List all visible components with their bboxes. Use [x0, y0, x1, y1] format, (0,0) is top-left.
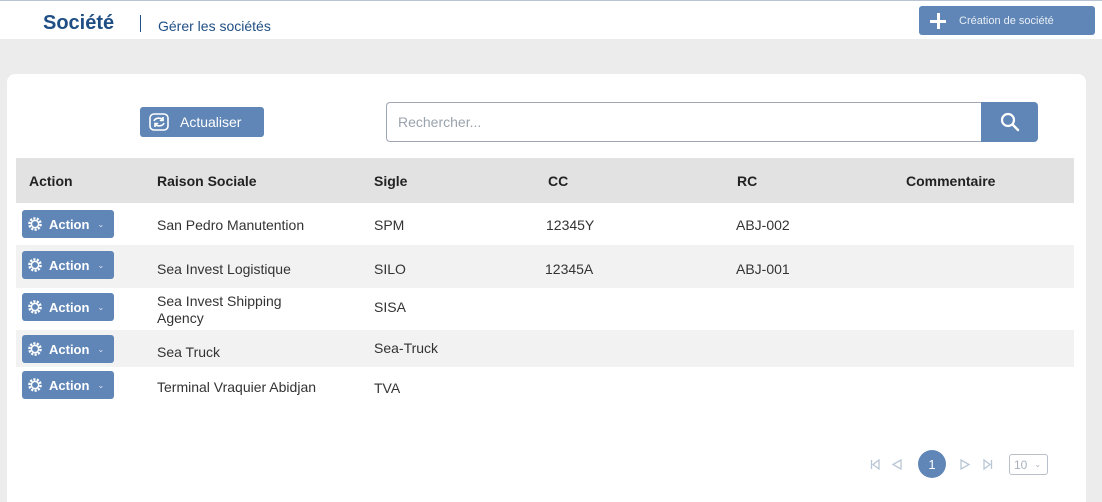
chevron-down-icon: ⌄	[97, 344, 105, 354]
cell-sigle: SISA	[374, 299, 406, 315]
row-action-button[interactable]: Action ⌄	[22, 210, 114, 238]
cell-raison-sociale: Sea Truck	[157, 344, 221, 360]
refresh-label: Actualiser	[180, 114, 242, 130]
previous-page-icon[interactable]	[891, 459, 902, 470]
column-header-commentaire: Commentaire	[906, 173, 996, 189]
chevron-down-icon: ⌄	[97, 260, 105, 270]
column-header-sigle: Sigle	[374, 173, 408, 189]
gear-icon	[28, 217, 42, 231]
search-icon	[1000, 112, 1019, 132]
chevron-down-icon: ⌄	[97, 302, 105, 312]
cell-sigle: SILO	[374, 261, 406, 277]
cell-rc: ABJ-002	[736, 217, 790, 233]
cell-raison-sociale: Sea Invest Logistique	[157, 261, 291, 277]
page-size-value: 10	[1014, 457, 1028, 472]
gear-icon	[28, 258, 42, 272]
column-header-action: Action	[29, 173, 73, 189]
cell-raison-sociale: Sea Invest Shipping Agency	[157, 293, 282, 326]
table-header: Action Raison Sociale Sigle CC RC Commen…	[16, 158, 1074, 203]
page-title: Société	[43, 12, 115, 34]
last-page-icon[interactable]	[983, 459, 993, 470]
cell-sigle: SPM	[374, 217, 405, 233]
table-row: Action ⌄ San Pedro Manutention SPM 12345…	[16, 203, 1074, 245]
row-action-button[interactable]: Action ⌄	[22, 371, 114, 399]
cell-rc: ABJ-001	[736, 261, 790, 277]
chevron-down-icon: ⌄	[1034, 460, 1042, 469]
search-bar	[386, 102, 1038, 142]
column-header-rc: RC	[737, 173, 758, 189]
row-action-button[interactable]: Action ⌄	[22, 251, 114, 279]
row-action-label: Action	[49, 216, 90, 232]
search-input[interactable]	[386, 102, 982, 142]
table-row: Action ⌄ Sea Invest Logistique SILO 1234…	[16, 245, 1074, 288]
title-divider	[140, 15, 141, 32]
page-subtitle: Gérer les sociétés	[158, 18, 271, 34]
gear-icon	[28, 300, 42, 314]
plus-icon	[930, 12, 946, 29]
cell-sigle: TVA	[374, 380, 401, 396]
chevron-down-icon: ⌄	[97, 219, 105, 229]
table-row: Action ⌄ Sea Invest Shipping Agency SISA	[16, 288, 1074, 330]
top-bar: Société Gérer les sociétés Création de s…	[0, 0, 1102, 39]
row-action-button[interactable]: Action ⌄	[22, 293, 114, 321]
column-header-cc: CC	[548, 173, 569, 189]
page-size-select[interactable]: 10 ⌄	[1009, 454, 1048, 475]
cell-raison-sociale: Terminal Vraquier Abidjan	[157, 379, 317, 395]
refresh-button[interactable]: Actualiser	[140, 107, 264, 137]
cell-raison-sociale: San Pedro Manutention	[157, 217, 305, 233]
table-row: Action ⌄ Sea Truck Sea-Truck	[16, 330, 1074, 367]
row-action-label: Action	[49, 341, 90, 357]
current-page-button[interactable]: 1	[918, 450, 946, 478]
next-page-icon[interactable]	[960, 459, 971, 470]
row-action-label: Action	[49, 377, 90, 393]
cell-sigle: Sea-Truck	[374, 340, 439, 356]
refresh-icon	[149, 113, 169, 131]
create-company-label: Création de société	[959, 14, 1054, 27]
cell-cc: 12345Y	[546, 217, 595, 233]
companies-table: Action Raison Sociale Sigle CC RC Commen…	[16, 158, 1074, 407]
cell-cc: 12345A	[545, 261, 594, 277]
row-action-label: Action	[49, 257, 90, 273]
create-company-button[interactable]: Création de société	[919, 6, 1095, 35]
first-page-icon[interactable]	[870, 459, 880, 470]
pagination: 1 10 ⌄	[7, 450, 1086, 478]
table-row: Action ⌄ Terminal Vraquier Abidjan TVA	[16, 367, 1074, 407]
gear-icon	[28, 342, 42, 356]
content-card: Actualiser Action Raison Sociale Sigle C…	[7, 74, 1086, 502]
chevron-down-icon: ⌄	[97, 380, 105, 390]
gear-icon	[28, 378, 42, 392]
row-action-button[interactable]: Action ⌄	[22, 335, 114, 363]
row-action-label: Action	[49, 299, 90, 315]
search-button[interactable]	[981, 102, 1038, 142]
column-header-raison-sociale: Raison Sociale	[157, 173, 257, 189]
